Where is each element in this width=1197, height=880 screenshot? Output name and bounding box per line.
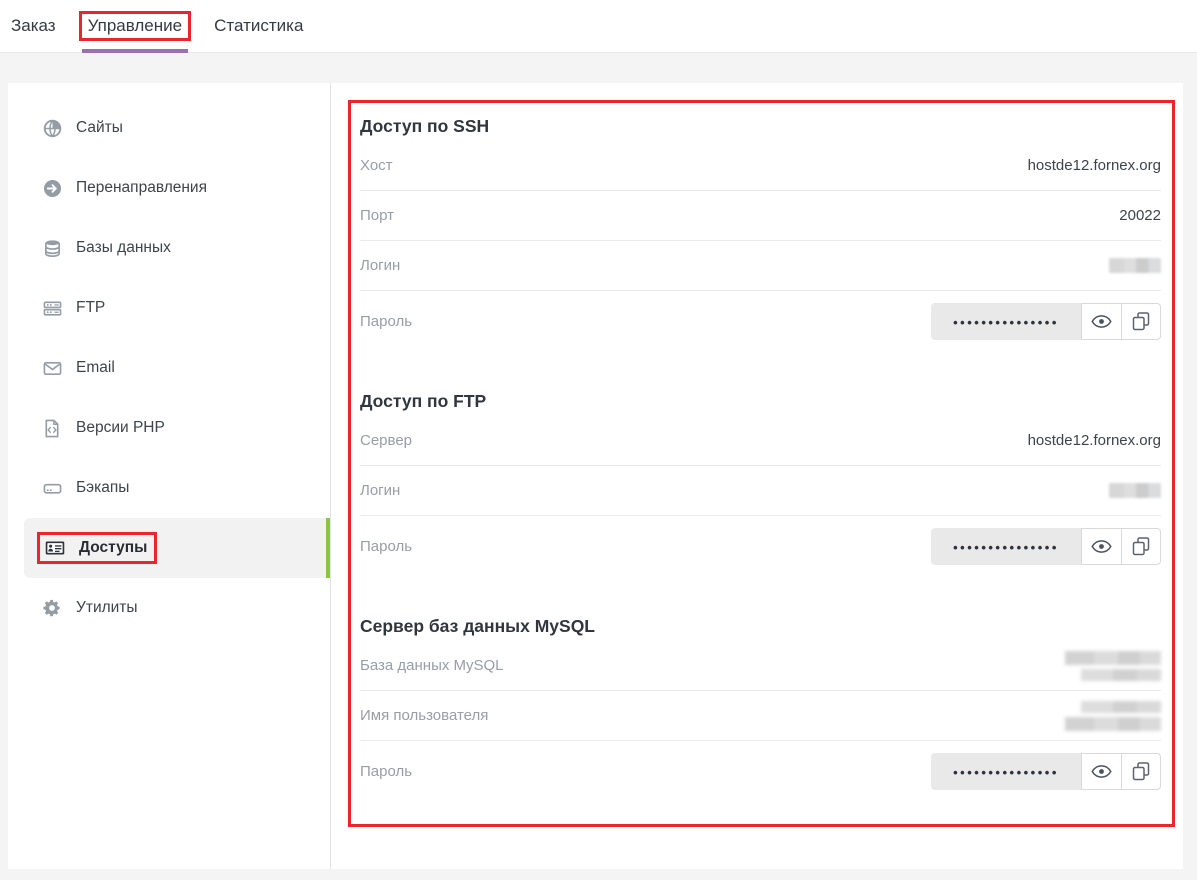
tab-statistics[interactable]: Статистика xyxy=(213,0,304,53)
sidebar-item-label: Утилиты xyxy=(76,599,138,617)
tab-label: Управление xyxy=(79,11,192,41)
field-row-password: Пароль ••••••••••••••• xyxy=(360,291,1161,351)
tab-order[interactable]: Заказ xyxy=(10,0,57,53)
field-label: Порт xyxy=(360,207,394,224)
field-label: Имя пользователя xyxy=(360,707,488,724)
sidebar-item-ftp[interactable]: FTP xyxy=(8,278,330,338)
sidebar-item-utilities[interactable]: Утилиты xyxy=(8,578,330,638)
field-label: Логин xyxy=(360,257,400,274)
sidebar-item-label: Перенаправления xyxy=(76,179,207,197)
field-label: Пароль xyxy=(360,313,412,330)
tab-label: Статистика xyxy=(213,14,304,38)
masked-password-field: ••••••••••••••• xyxy=(931,528,1081,565)
section-ftp-access: Доступ по FTP Сервер hostde12.fornex.org… xyxy=(360,391,1161,576)
sidebar-item-databases[interactable]: Базы данных xyxy=(8,218,330,278)
hard-drive-icon xyxy=(42,478,62,498)
field-row-login: Логин xyxy=(360,241,1161,291)
sidebar-item-php-versions[interactable]: Версии PHP xyxy=(8,398,330,458)
file-code-icon xyxy=(42,418,62,438)
top-tab-bar: Заказ Управление Статистика xyxy=(0,0,1197,53)
field-label: База данных MySQL xyxy=(360,657,504,674)
field-row-host: Хост hostde12.fornex.org xyxy=(360,141,1161,191)
annotation-box: Доступ по SSH Хост hostde12.fornex.org П… xyxy=(348,100,1175,827)
sidebar: Сайты Перенаправления Базы данных FTP Em xyxy=(8,83,331,869)
field-row-server: Сервер hostde12.fornex.org xyxy=(360,416,1161,466)
password-control: ••••••••••••••• xyxy=(931,303,1161,340)
field-row-port: Порт 20022 xyxy=(360,191,1161,241)
show-password-button[interactable] xyxy=(1081,303,1121,340)
redacted-value xyxy=(1065,651,1161,681)
redacted-value xyxy=(1065,701,1161,731)
redacted-value xyxy=(1109,258,1161,273)
field-value: hostde12.fornex.org xyxy=(1028,432,1161,449)
section-title: Сервер баз данных MySQL xyxy=(360,616,1161,637)
sidebar-item-label: Базы данных xyxy=(76,239,171,257)
section-title: Доступ по SSH xyxy=(360,116,1161,137)
server-icon xyxy=(42,298,62,318)
copy-password-button[interactable] xyxy=(1121,528,1161,565)
section-mysql-server: Сервер баз данных MySQL База данных MySQ… xyxy=(360,616,1161,801)
section-ssh-access: Доступ по SSH Хост hostde12.fornex.org П… xyxy=(360,116,1161,351)
sidebar-item-email[interactable]: Email xyxy=(8,338,330,398)
sidebar-item-label: Версии PHP xyxy=(76,419,165,437)
sidebar-item-redirects[interactable]: Перенаправления xyxy=(8,158,330,218)
masked-password-field: ••••••••••••••• xyxy=(931,303,1081,340)
field-value: hostde12.fornex.org xyxy=(1028,157,1161,174)
id-card-icon xyxy=(45,538,65,558)
field-label: Пароль xyxy=(360,538,412,555)
field-label: Пароль xyxy=(360,763,412,780)
masked-password-field: ••••••••••••••• xyxy=(931,753,1081,790)
globe-icon xyxy=(42,118,62,138)
database-icon xyxy=(42,238,62,258)
password-control: ••••••••••••••• xyxy=(931,753,1161,790)
sidebar-item-accesses[interactable]: Доступы xyxy=(24,518,330,578)
main-panel: Сайты Перенаправления Базы данных FTP Em xyxy=(8,83,1183,869)
field-row-password: Пароль ••••••••••••••• xyxy=(360,516,1161,576)
content-area: Доступ по SSH Хост hostde12.fornex.org П… xyxy=(331,83,1183,869)
field-row-username: Имя пользователя xyxy=(360,691,1161,741)
envelope-icon xyxy=(42,358,62,378)
sidebar-item-label: Email xyxy=(76,359,115,377)
show-password-button[interactable] xyxy=(1081,753,1121,790)
field-label: Хост xyxy=(360,157,393,174)
field-label: Сервер xyxy=(360,432,412,449)
annotation-box: Доступы xyxy=(37,532,157,564)
copy-password-button[interactable] xyxy=(1121,303,1161,340)
sidebar-item-label: Сайты xyxy=(76,119,123,137)
sidebar-item-sites[interactable]: Сайты xyxy=(8,98,330,158)
sidebar-item-backups[interactable]: Бэкапы xyxy=(8,458,330,518)
sidebar-item-label: Бэкапы xyxy=(76,479,129,497)
tab-label: Заказ xyxy=(10,14,57,38)
copy-password-button[interactable] xyxy=(1121,753,1161,790)
redirect-arrow-icon xyxy=(42,178,62,198)
field-value: 20022 xyxy=(1119,207,1161,224)
field-row-login: Логин xyxy=(360,466,1161,516)
field-row-password: Пароль ••••••••••••••• xyxy=(360,741,1161,801)
show-password-button[interactable] xyxy=(1081,528,1121,565)
field-row-mysql-database: База данных MySQL xyxy=(360,641,1161,691)
field-label: Логин xyxy=(360,482,400,499)
tab-management[interactable]: Управление xyxy=(85,0,186,53)
sidebar-item-label: Доступы xyxy=(79,539,147,557)
gear-icon xyxy=(42,598,62,618)
section-title: Доступ по FTP xyxy=(360,391,1161,412)
sidebar-item-label: FTP xyxy=(76,299,105,317)
password-control: ••••••••••••••• xyxy=(931,528,1161,565)
redacted-value xyxy=(1109,483,1161,498)
active-tab-underline xyxy=(82,49,189,53)
